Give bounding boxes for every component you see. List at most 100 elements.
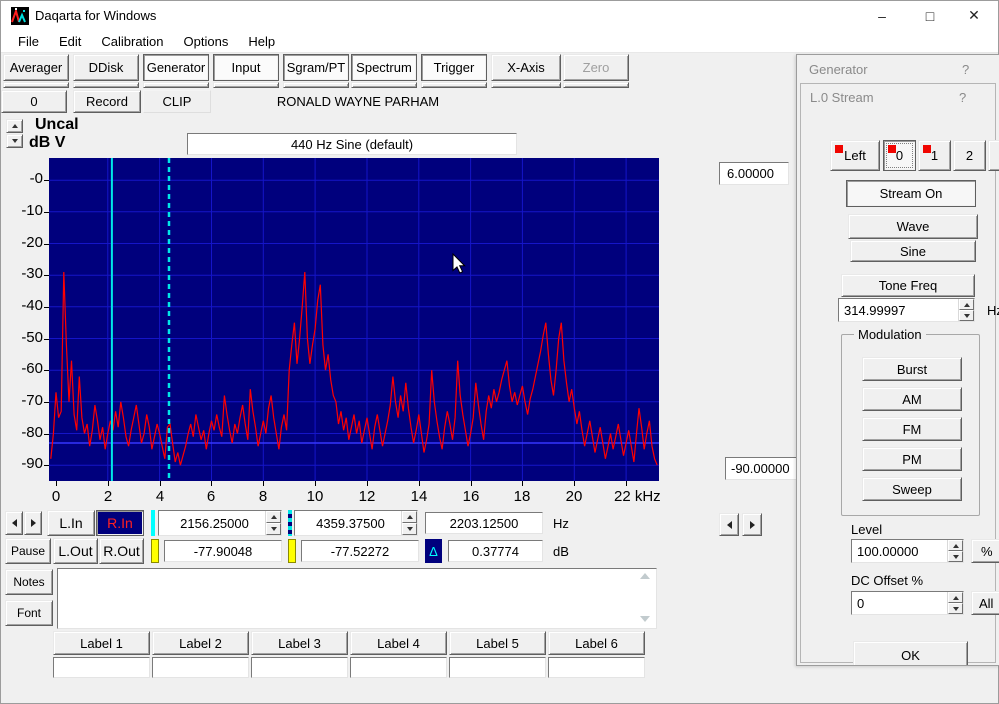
notes-textarea[interactable] [57,568,657,629]
scale-spin-down-button[interactable] [6,134,23,148]
left-out-button[interactable]: L.Out [53,538,98,564]
label-6-button[interactable]: Label 6 [548,631,645,655]
label-5-value[interactable] [449,657,546,678]
label-2-value[interactable] [152,657,249,678]
stream-on-button[interactable]: Stream On [846,180,976,207]
x-tick-mark [522,481,523,486]
maximize-button[interactable]: □ [907,1,953,30]
notes-button[interactable]: Notes [5,569,53,595]
x-tick-label: 12 [337,488,397,505]
y-tick-label: -80 [3,424,43,441]
spin-down-button[interactable] [948,603,963,614]
label-3-value[interactable] [251,657,348,678]
range-left-button[interactable] [719,513,739,536]
right-in-button[interactable]: R.In [96,510,144,536]
menu-options[interactable]: Options [174,32,239,52]
units-label: dB V [29,134,65,152]
spin-up-button[interactable] [402,511,417,523]
cursor-step-left-button[interactable] [5,511,23,535]
label-5-button[interactable]: Label 5 [449,631,546,655]
left-in-button[interactable]: L.In [47,510,95,536]
level-unit-button[interactable]: % [971,539,999,563]
pm-button[interactable]: PM [862,447,962,471]
right-out-button[interactable]: R.Out [99,538,144,564]
menu-file[interactable]: File [8,32,49,52]
average-count[interactable]: 0 [1,90,67,113]
channel-3-button[interactable]: 3 [988,140,999,171]
left-arrow-icon [727,521,732,529]
tone-freq-button[interactable]: Tone Freq [841,274,975,297]
y-tick-label: -90 [3,455,43,472]
toolbar-sgram-button[interactable]: Sgram/PT [283,54,349,81]
range-right-button[interactable] [742,513,762,536]
label-1-value[interactable] [53,657,150,678]
toolbar-trigger-button[interactable]: Trigger [421,54,487,81]
range-bottom-field[interactable]: -90.00000 [725,457,801,480]
generator-panel-title: Generator [809,62,868,77]
wave-button[interactable]: Wave [848,214,978,239]
channel-0-button[interactable]: 0 [883,140,916,171]
user-name: RONALD WAYNE PARHAM [213,90,503,113]
ok-button[interactable]: OK [853,641,968,666]
spectrum-canvas[interactable] [49,158,659,481]
label-3-button[interactable]: Label 3 [251,631,348,655]
scale-spin-up-button[interactable] [6,119,23,133]
solid-cursor-freq-field[interactable]: 2156.25000 [158,510,282,536]
spin-up-button[interactable] [948,540,963,551]
menu-calibration[interactable]: Calibration [91,32,173,52]
down-arrow-icon [271,527,277,531]
scroll-down-icon[interactable] [640,616,650,622]
stream-help-button[interactable]: ? [959,90,966,105]
sweep-button[interactable]: Sweep [862,477,962,501]
menu-help[interactable]: Help [238,32,285,52]
down-arrow-icon [953,607,959,611]
spin-up-button[interactable] [948,592,963,603]
pause-button[interactable]: Pause [5,538,51,564]
dashed-cursor-freq-value: 4359.37500 [295,511,401,535]
toolbar-spectrum-button[interactable]: Spectrum [351,54,417,81]
cursor-step-right-button[interactable] [24,511,42,535]
signal-title-field[interactable]: 440 Hz Sine (default) [187,133,517,155]
am-button[interactable]: AM [862,387,962,411]
channel-1-button[interactable]: 1 [918,140,951,171]
fm-button[interactable]: FM [862,417,962,441]
toolbar-xaxis-button[interactable]: X-Axis [491,54,561,81]
label-2-button[interactable]: Label 2 [152,631,249,655]
dc-all-button[interactable]: All [971,591,999,615]
level-field[interactable]: 100.00000 [851,539,964,563]
toolbar-averager-button[interactable]: Averager [3,54,69,81]
up-arrow-icon [12,124,18,128]
spin-down-button[interactable] [948,551,963,562]
spin-down-button[interactable] [959,310,974,321]
label-1-button[interactable]: Label 1 [53,631,150,655]
toolbar-ddisk-button[interactable]: DDisk [73,54,139,81]
toolbar-input-button[interactable]: Input [213,54,279,81]
x-tick-label: 10 [285,488,345,505]
dashed-cursor-freq-field[interactable]: 4359.37500 [294,510,418,536]
y-tick-mark [44,180,49,181]
spin-down-button[interactable] [266,523,281,535]
close-button[interactable]: ✕ [951,1,997,30]
right-arrow-icon [31,519,36,527]
spectrum-plot[interactable] [49,158,659,481]
burst-button[interactable]: Burst [862,357,962,381]
channel-2-button[interactable]: 2 [953,140,986,171]
spin-up-button[interactable] [959,299,974,310]
generator-help-button[interactable]: ? [962,62,969,77]
dc-offset-field[interactable]: 0 [851,591,964,615]
spin-down-button[interactable] [402,523,417,535]
y-tick-mark [44,402,49,403]
minimize-button[interactable]: – [859,1,905,30]
label-6-value[interactable] [548,657,645,678]
tone-freq-field[interactable]: 314.99997 [838,298,975,322]
label-4-value[interactable] [350,657,447,678]
toolbar-generator-button[interactable]: Generator [143,54,209,81]
channel-left-button[interactable]: Left [830,140,880,171]
range-top-field[interactable]: 6.00000 [719,162,789,185]
scroll-up-icon[interactable] [640,573,650,579]
spin-up-button[interactable] [266,511,281,523]
font-button[interactable]: Font [5,600,53,626]
menu-edit[interactable]: Edit [49,32,91,52]
label-4-button[interactable]: Label 4 [350,631,447,655]
wave-type-button[interactable]: Sine [850,240,976,262]
